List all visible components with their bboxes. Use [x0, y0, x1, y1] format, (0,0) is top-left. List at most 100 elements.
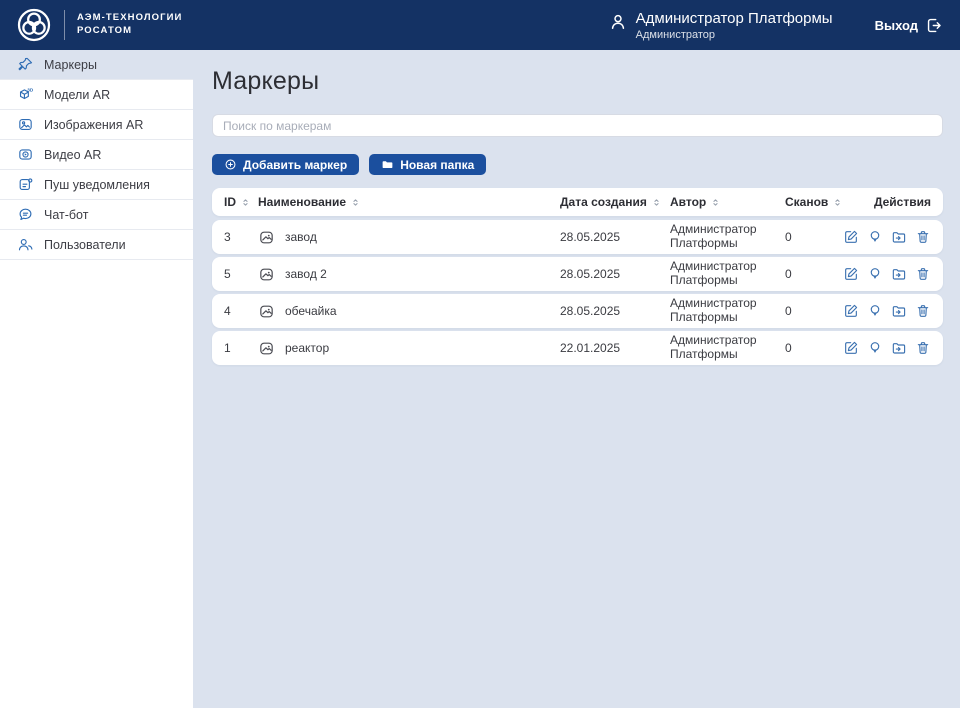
new-folder-label: Новая папка	[400, 158, 474, 172]
sidebar-item-chat-bot[interactable]: Чат-бот	[0, 200, 193, 230]
rosatom-logo-icon	[16, 7, 52, 43]
cell-id: 4	[224, 304, 258, 318]
sidebar-item-label: Видео AR	[44, 148, 101, 162]
marker-pin-icon	[17, 56, 34, 73]
balloon-action-button[interactable]	[867, 303, 883, 319]
cell-name: завод	[285, 230, 317, 244]
edit-icon	[843, 229, 859, 245]
page-title: Маркеры	[212, 67, 943, 96]
trash-icon	[915, 229, 931, 245]
edit-icon	[843, 266, 859, 282]
balloon-action-button[interactable]	[867, 229, 883, 245]
folder-in-icon	[891, 229, 907, 245]
folder-icon	[381, 158, 394, 171]
folder-in-icon	[891, 340, 907, 356]
new-folder-button[interactable]: Новая папка	[369, 154, 486, 175]
column-header-id[interactable]: ID	[224, 195, 258, 209]
cell-scans: 0	[785, 230, 843, 244]
sidebar-item-models-ar[interactable]: Модели AR	[0, 80, 193, 110]
balloon-action-button[interactable]	[867, 266, 883, 282]
table-row[interactable]: 3 завод 28.05.2025 Администратор Платфор…	[212, 220, 943, 254]
folder-in-icon	[891, 266, 907, 282]
markers-table: ID Наименование Дата создания Автор Скан…	[212, 188, 943, 365]
logout-button[interactable]: Выход	[875, 16, 944, 35]
edit-icon	[843, 303, 859, 319]
cell-id: 1	[224, 341, 258, 355]
column-header-actions: Действия	[843, 195, 931, 209]
user-menu[interactable]: Администратор Платформы Администратор	[608, 10, 833, 41]
edit-icon	[843, 340, 859, 356]
delete-action-button[interactable]	[915, 229, 931, 245]
balloon-icon	[867, 266, 883, 282]
column-header-name[interactable]: Наименование	[258, 195, 560, 209]
balloon-icon	[867, 303, 883, 319]
cell-author: Администратор Платформы	[670, 297, 785, 325]
cell-created: 28.05.2025	[560, 267, 670, 281]
add-marker-label: Добавить маркер	[243, 158, 347, 172]
search-input[interactable]	[212, 114, 943, 137]
sort-icon	[832, 197, 843, 208]
cell-created: 22.01.2025	[560, 341, 670, 355]
brand-text: АЭМ-ТЕХНОЛОГИИ РОСАТОМ	[77, 12, 182, 38]
brand-line1: АЭМ-ТЕХНОЛОГИИ	[77, 12, 182, 23]
trash-icon	[915, 266, 931, 282]
cell-author: Администратор Платформы	[670, 334, 785, 362]
delete-action-button[interactable]	[915, 266, 931, 282]
folder-in-icon	[891, 303, 907, 319]
sidebar-item-label: Изображения AR	[44, 118, 143, 132]
marker-image-icon	[258, 340, 275, 357]
cell-created: 28.05.2025	[560, 230, 670, 244]
sidebar-item-images-ar[interactable]: Изображения AR	[0, 110, 193, 140]
sidebar-item-video-ar[interactable]: Видео AR	[0, 140, 193, 170]
cell-scans: 0	[785, 267, 843, 281]
delete-action-button[interactable]	[915, 303, 931, 319]
move-to-folder-action-button[interactable]	[891, 303, 907, 319]
brand: АЭМ-ТЕХНОЛОГИИ РОСАТОМ	[16, 7, 182, 43]
push-notification-icon	[17, 176, 34, 193]
sidebar-item-label: Маркеры	[44, 58, 97, 72]
edit-action-button[interactable]	[843, 229, 859, 245]
sidebar-item-label: Чат-бот	[44, 208, 88, 222]
sidebar-item-label: Модели AR	[44, 88, 110, 102]
add-marker-button[interactable]: Добавить маркер	[212, 154, 359, 175]
marker-image-icon	[258, 266, 275, 283]
user-icon	[608, 12, 628, 32]
sidebar-item-markers[interactable]: Маркеры	[0, 50, 193, 80]
sort-icon	[651, 197, 662, 208]
sidebar-item-users[interactable]: Пользователи	[0, 230, 193, 260]
table-row[interactable]: 4 обечайка 28.05.2025 Администратор Плат…	[212, 294, 943, 328]
cell-created: 28.05.2025	[560, 304, 670, 318]
sidebar-item-push-notifications[interactable]: Пуш уведомления	[0, 170, 193, 200]
edit-action-button[interactable]	[843, 340, 859, 356]
sidebar-item-label: Пользователи	[44, 238, 126, 252]
image-ar-icon	[17, 116, 34, 133]
move-to-folder-action-button[interactable]	[891, 229, 907, 245]
cell-author: Администратор Платформы	[670, 260, 785, 288]
trash-icon	[915, 303, 931, 319]
edit-action-button[interactable]	[843, 303, 859, 319]
logout-label: Выход	[875, 18, 918, 33]
column-header-created[interactable]: Дата создания	[560, 195, 670, 209]
balloon-action-button[interactable]	[867, 340, 883, 356]
move-to-folder-action-button[interactable]	[891, 340, 907, 356]
cell-scans: 0	[785, 341, 843, 355]
balloon-icon	[867, 340, 883, 356]
column-header-scans[interactable]: Сканов	[785, 195, 843, 209]
brand-line2: РОСАТОМ	[77, 25, 132, 36]
balloon-icon	[867, 229, 883, 245]
move-to-folder-action-button[interactable]	[891, 266, 907, 282]
edit-action-button[interactable]	[843, 266, 859, 282]
marker-image-icon	[258, 229, 275, 246]
users-icon	[17, 236, 34, 253]
cell-name: обечайка	[285, 304, 337, 318]
delete-action-button[interactable]	[915, 340, 931, 356]
brand-divider	[64, 10, 65, 40]
app-header: АЭМ-ТЕХНОЛОГИИ РОСАТОМ Администратор Плат…	[0, 0, 960, 50]
cell-scans: 0	[785, 304, 843, 318]
table-row[interactable]: 5 завод 2 28.05.2025 Администратор Платф…	[212, 257, 943, 291]
table-row[interactable]: 1 реактор 22.01.2025 Администратор Платф…	[212, 331, 943, 365]
column-header-author[interactable]: Автор	[670, 195, 785, 209]
sort-icon	[350, 197, 361, 208]
sort-icon	[240, 197, 251, 208]
sidebar: Маркеры Модели AR Изображения AR Видео A…	[0, 50, 193, 708]
